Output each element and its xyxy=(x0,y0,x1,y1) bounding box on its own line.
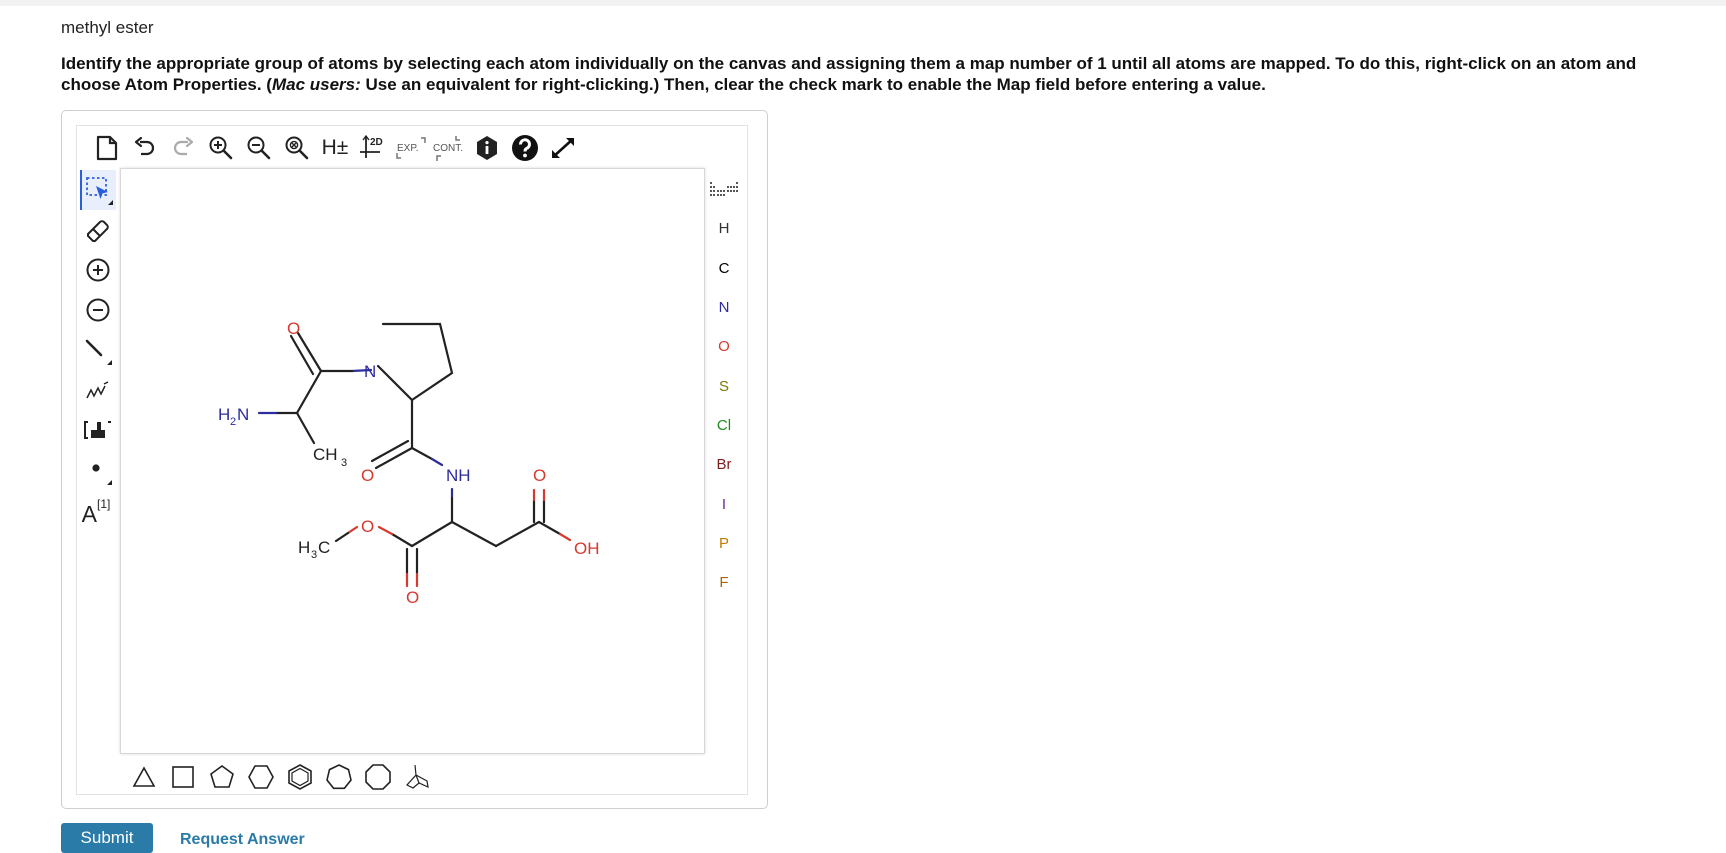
info-icon xyxy=(477,136,497,160)
element-button-o[interactable]: O xyxy=(706,327,742,366)
cyclopentane-button[interactable] xyxy=(202,762,241,792)
element-button-h[interactable]: H xyxy=(706,209,742,248)
top-strip xyxy=(0,0,1726,6)
element-palette: H C N O S Cl Br I P F xyxy=(706,170,742,602)
zoom-in-button[interactable] xyxy=(202,133,240,163)
element-label-cl: Cl xyxy=(716,416,732,434)
template-tool[interactable] xyxy=(80,410,116,450)
clean-2d-icon: 2D xyxy=(360,134,383,158)
hexagon-ring-icon xyxy=(247,765,274,789)
square-ring-icon xyxy=(171,766,194,788)
info-button[interactable] xyxy=(468,133,506,163)
element-label-o: O xyxy=(718,338,730,356)
zoom-out-icon xyxy=(247,136,271,160)
atom-map-letter: A xyxy=(81,500,97,527)
cycloheptane-button[interactable] xyxy=(319,762,358,792)
element-button-i[interactable]: I xyxy=(706,484,742,523)
chain-icon xyxy=(86,381,109,399)
zoom-out-button[interactable] xyxy=(240,133,278,163)
cyclooctane-button[interactable] xyxy=(358,762,397,792)
top-toolbar: H± 2D EXP. CONT. xyxy=(88,133,582,163)
heptagon-ring-icon xyxy=(325,764,352,790)
element-button-br[interactable]: Br xyxy=(706,445,742,484)
charge-plus-tool[interactable] xyxy=(80,250,116,290)
left-toolbar: A[1] xyxy=(80,170,116,530)
hydrogen-toggle-button[interactable]: H± xyxy=(316,133,354,163)
zoom-in-icon xyxy=(209,136,233,160)
cyclopropane-button[interactable] xyxy=(124,762,163,792)
radical-tool[interactable] xyxy=(80,450,116,490)
octagon-ring-icon xyxy=(364,764,391,790)
expand-groups-text: EXP. xyxy=(397,143,419,154)
element-label-br: Br xyxy=(716,456,732,474)
question-title: methyl ester xyxy=(61,18,154,37)
radical-dot-icon xyxy=(92,464,112,485)
instruction-mac-users: Mac users: xyxy=(271,75,361,94)
hydrogen-toggle-label: H± xyxy=(321,136,349,159)
element-button-cl[interactable]: Cl xyxy=(706,406,742,445)
element-label-f: F xyxy=(719,574,729,592)
plus-circle-icon xyxy=(86,258,110,282)
eraser-tool[interactable] xyxy=(80,210,116,250)
expand-groups-button[interactable]: EXP. xyxy=(392,133,430,163)
zoom-reset-button[interactable] xyxy=(278,133,316,163)
element-label-p: P xyxy=(718,534,729,552)
cyclobutane-button[interactable] xyxy=(163,762,202,792)
redo-icon xyxy=(173,136,194,156)
contract-groups-button[interactable]: CONT. xyxy=(430,133,468,163)
new-document-icon xyxy=(96,135,118,161)
help-icon xyxy=(512,135,538,161)
ring-template-bar xyxy=(124,762,436,792)
clean-2d-button[interactable]: 2D xyxy=(354,133,392,163)
element-label-n: N xyxy=(718,299,730,317)
contract-groups-text: CONT. xyxy=(433,143,463,154)
bond-tool[interactable] xyxy=(80,330,116,370)
fullscreen-icon xyxy=(552,138,574,158)
bracket-template-icon xyxy=(84,421,111,439)
clear-canvas-button[interactable] xyxy=(88,133,126,163)
fullscreen-button[interactable] xyxy=(544,133,582,163)
element-label-i: I xyxy=(721,495,727,513)
atom-map-superscript: [1] xyxy=(97,496,111,511)
benzene-button[interactable] xyxy=(280,762,319,792)
atom-map-icon: A[1] xyxy=(81,497,111,528)
triangle-ring-icon xyxy=(132,766,155,787)
single-bond-icon xyxy=(85,339,112,365)
clean-2d-text: 2D xyxy=(370,137,383,148)
question-instructions: Identify the appropriate group of atoms … xyxy=(61,53,1681,95)
periodic-table-icon xyxy=(710,181,738,196)
element-button-c[interactable]: C xyxy=(706,249,742,288)
chair-conformation-button[interactable] xyxy=(397,762,436,792)
element-button-s[interactable]: S xyxy=(706,366,742,405)
lasso-select-icon xyxy=(86,177,113,205)
element-label-s: S xyxy=(718,377,729,395)
redo-button[interactable] xyxy=(164,133,202,163)
element-button-n[interactable]: N xyxy=(706,288,742,327)
chair-ring-icon xyxy=(405,764,429,789)
minus-circle-icon xyxy=(86,298,110,322)
eraser-icon xyxy=(87,220,109,242)
charge-minus-tool[interactable] xyxy=(80,290,116,330)
expand-groups-icon: EXP. xyxy=(396,137,426,159)
select-tool[interactable] xyxy=(80,170,116,210)
element-label-c: C xyxy=(718,259,730,277)
submit-button[interactable]: Submit xyxy=(61,823,153,853)
periodic-table-button[interactable] xyxy=(706,170,742,209)
zoom-reset-icon xyxy=(285,136,309,160)
request-answer-link[interactable]: Request Answer xyxy=(180,831,305,849)
undo-icon xyxy=(134,136,155,156)
contract-groups-icon: CONT. xyxy=(433,136,463,161)
pentagon-ring-icon xyxy=(209,765,234,788)
element-button-p[interactable]: P xyxy=(706,524,742,563)
chain-tool[interactable] xyxy=(80,370,116,410)
undo-button[interactable] xyxy=(126,133,164,163)
element-label-h: H xyxy=(718,220,730,238)
atom-map-tool[interactable]: A[1] xyxy=(80,490,116,530)
element-button-f[interactable]: F xyxy=(706,563,742,602)
help-button[interactable] xyxy=(506,133,544,163)
instruction-text-2: Use an equivalent for right-clicking.) T… xyxy=(360,75,1266,94)
cyclohexane-button[interactable] xyxy=(241,762,280,792)
drawing-canvas[interactable] xyxy=(120,168,705,754)
benzene-ring-icon xyxy=(287,764,312,790)
